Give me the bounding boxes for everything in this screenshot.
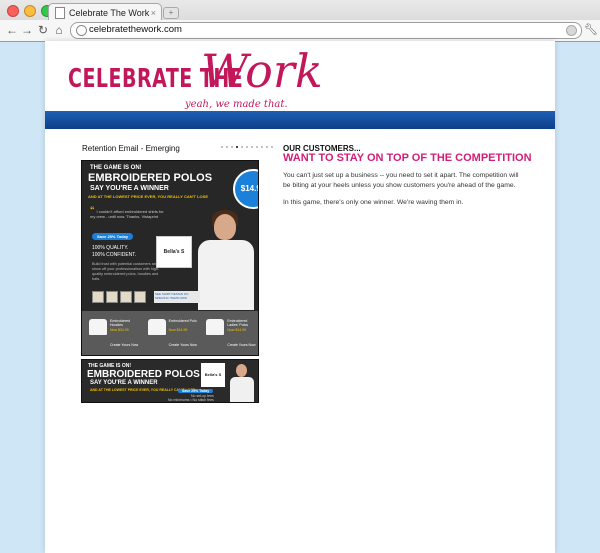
product-link: Create Yours Now bbox=[227, 343, 256, 347]
ladies-polo-image bbox=[206, 319, 225, 335]
thumb-image bbox=[120, 291, 132, 303]
polo-image bbox=[147, 319, 166, 335]
product-price: Now $14.99 bbox=[227, 328, 247, 332]
slide-dot[interactable] bbox=[256, 146, 258, 148]
hoodie-image bbox=[89, 319, 107, 335]
slide-dot[interactable] bbox=[241, 146, 243, 148]
section-title: Retention Email - Emerging bbox=[82, 144, 180, 153]
banner-model-shirt bbox=[230, 377, 254, 402]
banner-model-head bbox=[236, 364, 247, 377]
email-business-card: Bella's S bbox=[156, 236, 192, 268]
banner-save-pill: Save 25% Today bbox=[178, 389, 214, 393]
model-head bbox=[214, 214, 236, 240]
new-tab-button[interactable]: + bbox=[163, 7, 179, 19]
slide-dot[interactable] bbox=[246, 146, 248, 148]
thumb-image bbox=[92, 291, 104, 303]
address-bar[interactable]: celebratethework.com bbox=[70, 22, 582, 39]
globe-icon bbox=[76, 25, 87, 36]
banner-model-photo bbox=[228, 360, 256, 402]
description-paragraph: You can't just set up a business -- you … bbox=[283, 172, 519, 189]
thumb-image bbox=[106, 291, 118, 303]
banner-subheadline: SAY YOU'RE A WINNER bbox=[90, 380, 158, 386]
model-shirt bbox=[198, 240, 254, 310]
email-subheadline: SAY YOU'RE A WINNER bbox=[90, 185, 169, 192]
product-item: Embroidered Hoodies Now $34.99 Create Yo… bbox=[82, 311, 141, 355]
slide-dot[interactable] bbox=[221, 146, 223, 148]
product-name: Embroidered Polo bbox=[168, 319, 197, 323]
page-content: CELEBRATE THE Work yeah, we made that. R… bbox=[45, 41, 555, 553]
email-thumb-row bbox=[92, 291, 146, 303]
page-icon[interactable] bbox=[566, 25, 577, 36]
back-arrow-icon[interactable]: ← bbox=[5, 23, 19, 37]
slide-dot[interactable] bbox=[251, 146, 253, 148]
product-item: Embroidered Polo Now $14.99 Create Yours… bbox=[141, 311, 200, 355]
email-quality: 100% QUALITY. 100% CONFIDENT. bbox=[92, 245, 136, 259]
slide-dot[interactable] bbox=[236, 146, 238, 148]
document-icon bbox=[55, 6, 65, 19]
slide-dot[interactable] bbox=[271, 146, 273, 148]
thumb-image bbox=[134, 291, 146, 303]
model-photo bbox=[192, 206, 258, 311]
tab-close-icon[interactable]: × bbox=[151, 8, 156, 18]
product-strip: Embroidered Hoodies Now $34.99 Create Yo… bbox=[82, 311, 258, 355]
product-name: Embroidered Ladies' Polos bbox=[227, 319, 249, 327]
email-design-note: SEE SHIRT DESIGN ON SPECIFIC ITEMS NOW bbox=[154, 291, 200, 303]
slide-indicator bbox=[221, 146, 273, 148]
email-quote: “I couldn't afford embroidered shirts fo… bbox=[90, 206, 170, 220]
slide-dot[interactable] bbox=[266, 146, 268, 148]
banner-business-card: Bella's S bbox=[201, 363, 225, 387]
header-bar bbox=[45, 111, 555, 129]
email-body-copy: Build trust with potential customers and… bbox=[92, 262, 160, 281]
email-tagline: AND AT THE LOWEST PRICE EVER, YOU REALLY… bbox=[88, 194, 208, 199]
banner-preview-image: THE GAME IS ON! EMBROIDERED POLOS SAY YO… bbox=[81, 359, 259, 403]
browser-chrome: Celebrate The Work × + ← → ↻ ⌂ celebrate… bbox=[0, 0, 600, 42]
minimize-window-button[interactable] bbox=[24, 5, 36, 17]
forward-arrow-icon[interactable]: → bbox=[20, 23, 34, 37]
product-link: Create Yours Now bbox=[110, 343, 139, 347]
email-kicker: THE GAME IS ON! bbox=[90, 165, 142, 171]
logo-script-text: Work bbox=[201, 44, 323, 98]
product-price: Now $34.99 bbox=[110, 328, 129, 332]
email-headline: EMBROIDERED POLOS bbox=[88, 172, 213, 184]
description-paragraph: In this game, there's only one winner. W… bbox=[283, 199, 464, 206]
email-quality-line-2: 100% CONFIDENT. bbox=[92, 252, 137, 258]
slide-dot[interactable] bbox=[226, 146, 228, 148]
home-icon[interactable]: ⌂ bbox=[52, 23, 66, 37]
url-text: celebratethework.com bbox=[89, 24, 182, 35]
reload-icon[interactable]: ↻ bbox=[36, 23, 50, 37]
nav-bar: ← → ↻ ⌂ celebratethework.com 🔧︎ bbox=[0, 20, 600, 41]
logo-tagline: yeah, we made that. bbox=[185, 99, 288, 110]
wrench-icon[interactable]: 🔧︎ bbox=[584, 23, 598, 36]
slide-dot[interactable] bbox=[261, 146, 263, 148]
price-badge: $14.99 bbox=[233, 169, 258, 209]
customers-headline: WANT TO STAY ON TOP OF THE COMPETITION bbox=[283, 152, 532, 164]
close-window-button[interactable] bbox=[7, 5, 19, 17]
banner-headline: EMBROIDERED POLOS bbox=[87, 369, 200, 380]
banner-note: No minimums • No stitch fees bbox=[168, 398, 214, 402]
slide-dot[interactable] bbox=[231, 146, 233, 148]
banner-notes: No set-up fees No minimums • No stitch f… bbox=[168, 394, 214, 402]
email-quote-text: I couldn't afford embroidered shirts for… bbox=[90, 209, 164, 219]
product-price: Now $14.99 bbox=[168, 328, 188, 332]
tab-title: Celebrate The Work bbox=[69, 7, 150, 18]
tab-bar: Celebrate The Work × + bbox=[0, 0, 600, 21]
product-item: Embroidered Ladies' Polos Now $14.99 Cre… bbox=[199, 311, 258, 355]
email-preview-image: THE GAME IS ON! EMBROIDERED POLOS SAY YO… bbox=[81, 160, 259, 356]
email-save-pill: Save 25% Today bbox=[92, 233, 134, 240]
email-quality-line-1: 100% QUALITY. bbox=[92, 245, 129, 251]
browser-tab[interactable]: Celebrate The Work × bbox=[48, 3, 162, 21]
product-name: Embroidered Hoodies bbox=[110, 319, 131, 327]
window-controls bbox=[7, 5, 53, 17]
product-link: Create Yours Now bbox=[168, 343, 197, 347]
